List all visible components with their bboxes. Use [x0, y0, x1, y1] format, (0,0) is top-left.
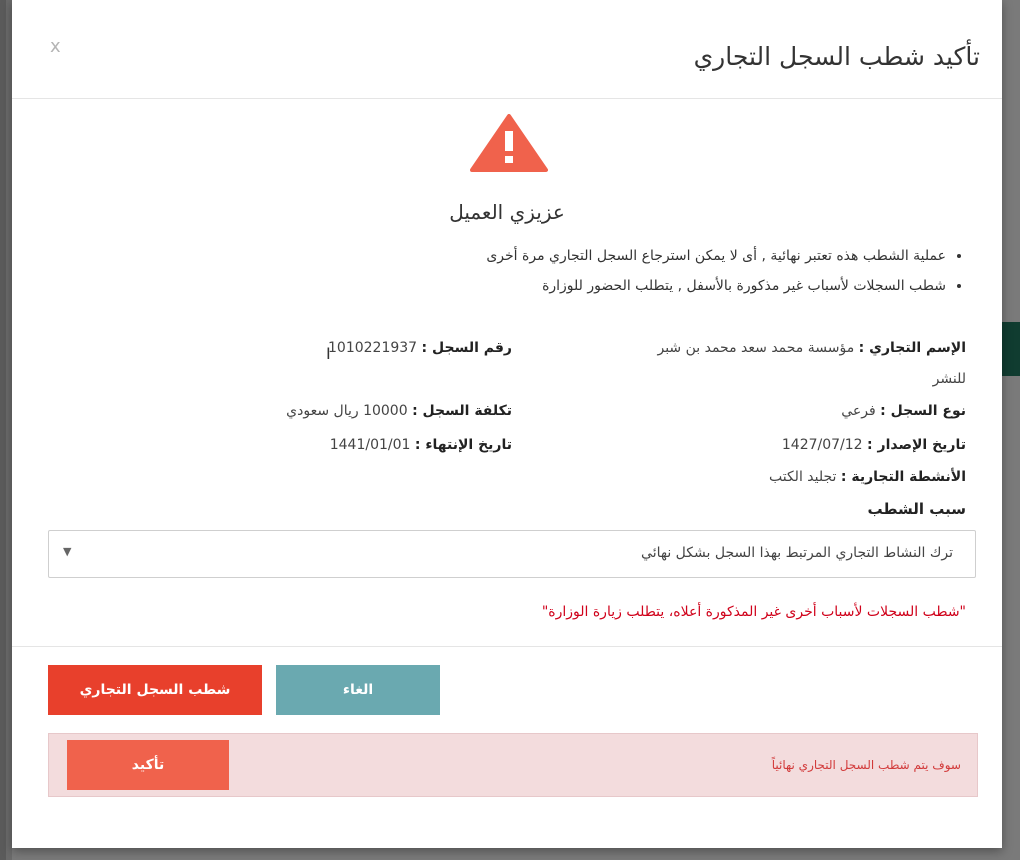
trade-name-value: مؤسسة محمد سعد محمد بن شبر	[657, 340, 855, 356]
confirm-delete-modal: تأكيد شطب السجل التجاري x عزيزي العميل ع…	[12, 0, 1002, 848]
confirm-button[interactable]: تأكيد	[67, 740, 229, 790]
cancel-button[interactable]: الغاء	[276, 665, 440, 715]
reason-select[interactable]: ترك النشاط التجاري المرتبط بهذا السجل بش…	[48, 530, 976, 578]
delete-record-button[interactable]: شطب السجل التجاري	[48, 665, 262, 715]
activities-field: الأنشطة التجارية : تجليد الكتب	[769, 469, 966, 485]
background-header-band	[1002, 322, 1020, 376]
issue-date-label: تاريخ الإصدار :	[867, 437, 966, 453]
record-type-value: فرعي	[841, 403, 876, 419]
greeting: عزيزي العميل	[449, 200, 565, 224]
footer-divider	[12, 646, 1002, 647]
record-type-field: نوع السجل : فرعي	[841, 403, 966, 419]
confirm-panel: سوف يتم شطب السجل التجاري نهائياً تأكيد	[48, 733, 978, 797]
record-cost-label: تكلفة السجل :	[412, 403, 512, 419]
record-number-label: رقم السجل :	[421, 340, 512, 356]
list-item: عملية الشطب هذه تعتبر نهائية , أى لا يمك…	[486, 248, 946, 264]
activities-label: الأنشطة التجارية :	[840, 469, 966, 485]
activities-value: تجليد الكتب	[768, 469, 837, 485]
text-cursor-icon: I	[326, 344, 331, 363]
trade-name-field: الإسم التجاري : مؤسسة محمد سعد محمد بن ش…	[657, 340, 966, 356]
expiry-date-value: 1441/01/01	[329, 437, 411, 453]
list-item: شطب السجلات لأسباب غير مذكورة بالأسفل , …	[486, 278, 946, 294]
expiry-date-label: تاريخ الإنتهاء :	[414, 437, 512, 453]
expiry-date-field: تاريخ الإنتهاء : 1441/01/01	[330, 437, 512, 453]
warning-list: عملية الشطب هذه تعتبر نهائية , أى لا يمك…	[486, 248, 966, 308]
reason-label: سبب الشطب	[867, 500, 966, 518]
caret-down-icon: ▼	[63, 545, 72, 558]
confirm-message: سوف يتم شطب السجل التجاري نهائياً	[771, 758, 961, 772]
modal-header: تأكيد شطب السجل التجاري x	[12, 0, 1002, 99]
record-type-label: نوع السجل :	[880, 403, 966, 419]
close-icon[interactable]: x	[50, 36, 61, 57]
reason-selected-value: ترك النشاط التجاري المرتبط بهذا السجل بش…	[641, 545, 953, 561]
record-cost-field: تكلفة السجل : 10000 ريال سعودي	[286, 403, 512, 419]
issue-date-field: تاريخ الإصدار : 1427/07/12	[782, 437, 966, 453]
trade-name-value-line2: للنشر	[932, 371, 966, 387]
modal-title: تأكيد شطب السجل التجاري	[693, 42, 980, 71]
trade-name-label: الإسم التجاري :	[858, 340, 966, 356]
reason-note: "شطب السجلات لأسباب أخرى غير المذكورة أع…	[541, 604, 966, 620]
warning-triangle-icon	[470, 114, 548, 172]
issue-date-value: 1427/07/12	[781, 437, 863, 453]
record-number-field: رقم السجل : 1010221937	[328, 340, 512, 356]
record-number-value: 1010221937	[328, 340, 418, 356]
record-cost-value: 10000 ريال سعودي	[286, 403, 408, 419]
